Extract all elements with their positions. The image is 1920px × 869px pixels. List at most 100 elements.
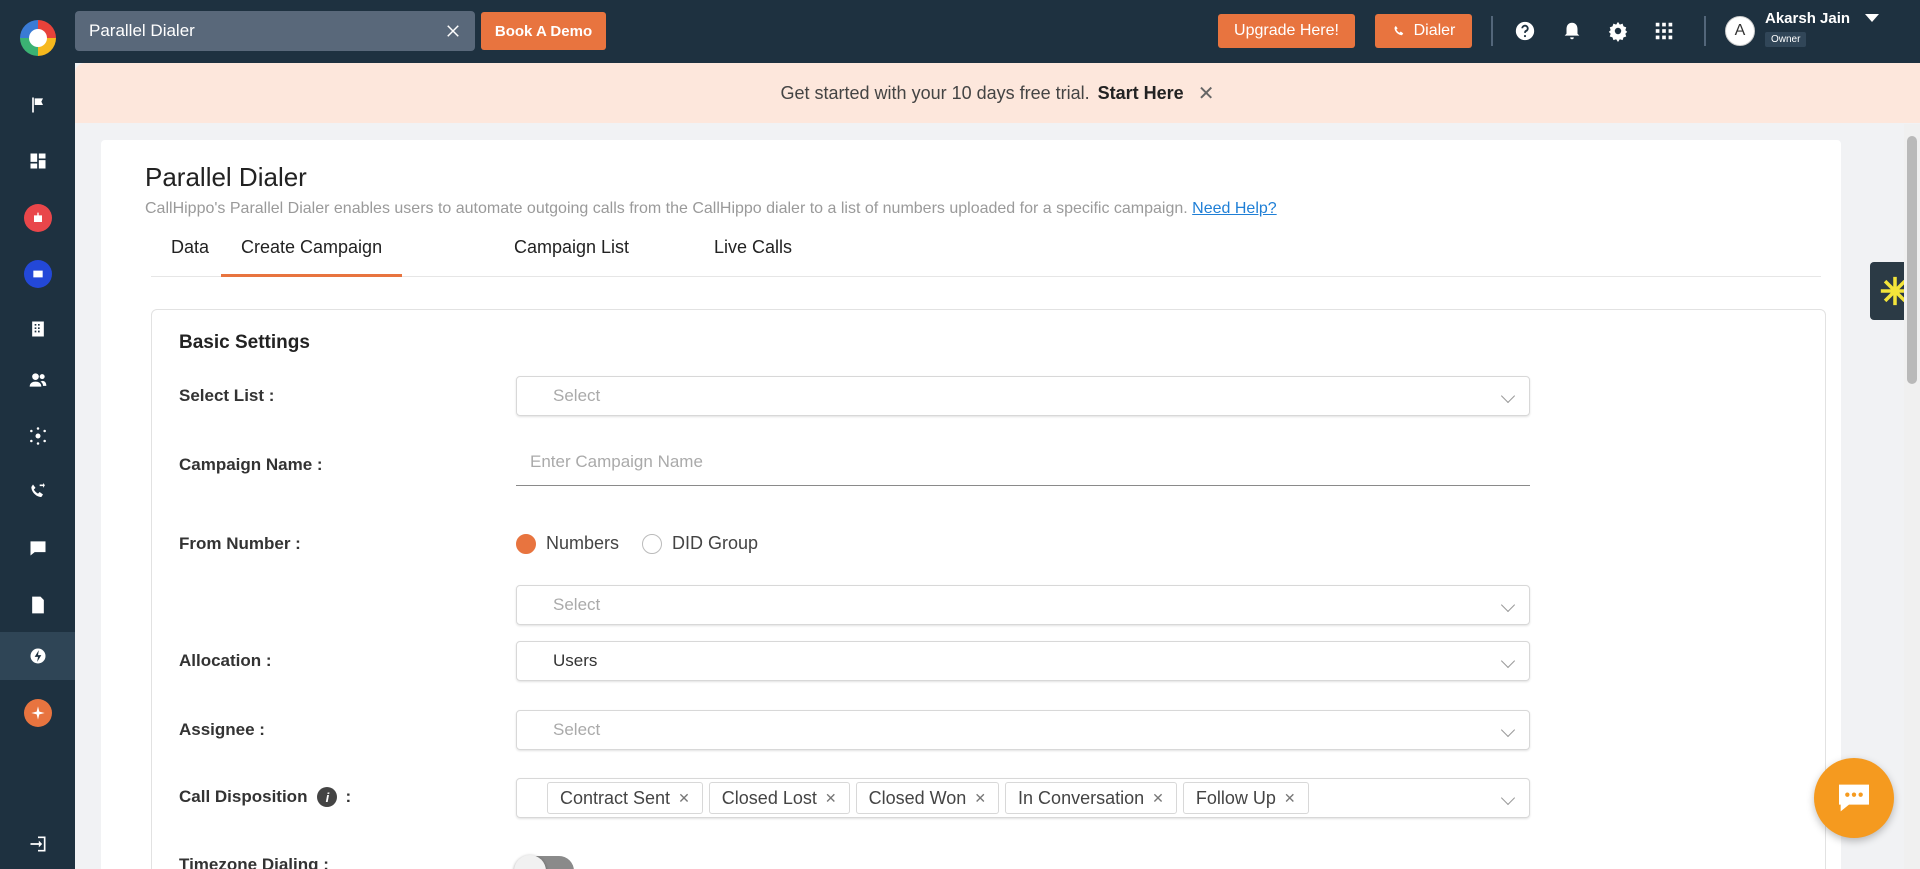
campaign-name-placeholder: Enter Campaign Name bbox=[530, 451, 703, 471]
remove-chip-icon[interactable]: ✕ bbox=[825, 790, 837, 807]
sidebar-item-ai-bot[interactable] bbox=[0, 194, 75, 242]
from-number-radio-group: Numbers DID Group bbox=[516, 533, 916, 557]
topbar-divider bbox=[1491, 16, 1493, 46]
apps-grid-icon[interactable] bbox=[1651, 18, 1677, 44]
trial-banner: Get started with your 10 days free trial… bbox=[75, 63, 1920, 123]
sidebar-item-ai-features[interactable] bbox=[0, 689, 75, 737]
search-input[interactable]: Parallel Dialer bbox=[75, 11, 475, 51]
phone-call-icon bbox=[30, 482, 45, 497]
chevron-down-icon bbox=[1500, 722, 1516, 738]
chip-label: Follow Up bbox=[1195, 787, 1276, 808]
sidebar-item-integrations[interactable] bbox=[0, 412, 75, 460]
phone-icon bbox=[1394, 25, 1403, 35]
radio-did-group[interactable]: DID Group bbox=[642, 533, 758, 554]
from-number-placeholder: Select bbox=[553, 595, 601, 614]
sidebar-item-parallel-dialer[interactable] bbox=[0, 632, 75, 680]
remove-chip-icon[interactable]: ✕ bbox=[974, 790, 986, 807]
scrollbar-thumb[interactable] bbox=[1907, 136, 1917, 384]
chat-support-button[interactable] bbox=[1814, 758, 1894, 838]
chevron-down-icon bbox=[1500, 790, 1516, 806]
dialer-button[interactable]: Dialer bbox=[1375, 14, 1472, 48]
sidebar-item-voicebot[interactable] bbox=[0, 250, 75, 298]
building-icon bbox=[31, 321, 44, 337]
sparkle-icon bbox=[23, 699, 52, 727]
radio-numbers-label: Numbers bbox=[546, 533, 620, 553]
sidebar-item-users[interactable] bbox=[0, 356, 75, 404]
tab-data[interactable]: Data bbox=[171, 237, 209, 277]
toggle-knob bbox=[514, 855, 546, 869]
campaign-name-label: Campaign Name : bbox=[179, 455, 323, 474]
tab-create-campaign[interactable]: Create Campaign bbox=[221, 237, 403, 277]
dialer-label: Dialer bbox=[1413, 22, 1456, 39]
dashboard-icon bbox=[30, 153, 45, 169]
chevron-down-icon bbox=[1500, 597, 1516, 613]
remove-chip-icon[interactable]: ✕ bbox=[1152, 790, 1164, 807]
select-list-label: Select List : bbox=[179, 386, 275, 405]
disposition-chip: In Conversation ✕ bbox=[1005, 782, 1177, 814]
notification-bell-icon[interactable] bbox=[1559, 18, 1585, 44]
info-icon[interactable]: i bbox=[317, 787, 338, 807]
call-disposition-colon: : bbox=[345, 787, 352, 806]
sidebar-item-messages[interactable] bbox=[0, 524, 75, 572]
select-list-dropdown[interactable]: Select bbox=[516, 376, 1530, 416]
settings-gear-icon[interactable] bbox=[1605, 18, 1631, 44]
basic-settings-panel: Basic Settings Select List : Select Camp… bbox=[151, 309, 1826, 869]
sidebar-item-logout[interactable] bbox=[0, 820, 75, 868]
call-disposition-text: Call Disposition bbox=[179, 787, 308, 806]
select-list-placeholder: Select bbox=[553, 386, 601, 405]
remove-chip-icon[interactable]: ✕ bbox=[678, 790, 690, 807]
chip-label: Closed Won bbox=[868, 787, 967, 808]
flag-icon bbox=[31, 97, 43, 113]
chat-bubble-icon bbox=[1839, 784, 1869, 812]
user-menu-caret-icon[interactable] bbox=[1865, 14, 1879, 22]
bot-icon bbox=[23, 260, 52, 288]
lightning-icon bbox=[30, 648, 45, 664]
assignee-dropdown[interactable]: Select bbox=[516, 710, 1530, 750]
robot-icon bbox=[23, 204, 52, 232]
upgrade-button[interactable]: Upgrade Here! bbox=[1218, 14, 1355, 48]
sidebar-item-dashboard[interactable] bbox=[0, 137, 75, 185]
radio-selected-icon bbox=[516, 533, 536, 554]
from-number-dropdown[interactable]: Select bbox=[516, 585, 1530, 625]
chat-icon bbox=[30, 541, 45, 556]
callhippo-logo[interactable] bbox=[20, 20, 56, 56]
report-icon bbox=[31, 596, 44, 614]
sidebar-item-reports[interactable] bbox=[0, 581, 75, 629]
timezone-dialing-toggle[interactable] bbox=[514, 855, 574, 869]
radio-numbers[interactable]: Numbers bbox=[516, 533, 619, 554]
chip-label: Closed Lost bbox=[721, 787, 817, 808]
allocation-dropdown[interactable]: Users bbox=[516, 641, 1530, 681]
assignee-placeholder: Select bbox=[553, 720, 601, 739]
user-role-badge: Owner bbox=[1765, 32, 1807, 47]
remove-chip-icon[interactable]: ✕ bbox=[1284, 790, 1296, 807]
radio-did-group-label: DID Group bbox=[672, 533, 759, 553]
book-demo-button[interactable]: Book A Demo bbox=[481, 12, 606, 50]
page-title: Parallel Dialer bbox=[145, 162, 307, 192]
tab-campaign-list[interactable]: Campaign List bbox=[514, 237, 629, 277]
disposition-chip: Contract Sent ✕ bbox=[547, 782, 703, 814]
clear-search-icon[interactable] bbox=[441, 19, 465, 43]
sidebar-item-call-logs[interactable] bbox=[0, 468, 75, 516]
call-disposition-multiselect[interactable]: Contract Sent ✕ Closed Lost ✕ Closed Won ✕ … bbox=[516, 778, 1530, 818]
trial-text: Get started with your 10 days free trial… bbox=[780, 82, 1090, 103]
radio-unselected-icon bbox=[642, 533, 662, 554]
campaign-name-input[interactable]: Enter Campaign Name bbox=[516, 438, 1530, 486]
from-number-label: From Number : bbox=[179, 534, 301, 553]
sidebar bbox=[0, 0, 75, 869]
timezone-dialing-label: Timezone Dialing : bbox=[179, 855, 329, 869]
disposition-chip: Closed Lost ✕ bbox=[708, 782, 850, 814]
tab-live-calls[interactable]: Live Calls bbox=[714, 237, 792, 277]
chip-label: Contract Sent bbox=[560, 787, 671, 808]
scrollbar[interactable] bbox=[1904, 124, 1920, 869]
help-icon[interactable] bbox=[1512, 18, 1538, 44]
start-here-link[interactable]: Start Here bbox=[1098, 83, 1184, 104]
avatar[interactable]: A bbox=[1725, 16, 1755, 46]
disposition-chip: Closed Won ✕ bbox=[855, 782, 1000, 814]
logout-icon bbox=[30, 836, 45, 852]
sidebar-item-getting-started[interactable] bbox=[0, 81, 75, 129]
close-banner-icon[interactable]: ✕ bbox=[1198, 81, 1215, 106]
users-icon bbox=[29, 373, 46, 387]
user-name[interactable]: Akarsh Jain bbox=[1765, 10, 1850, 27]
call-disposition-label: Call Disposition i : bbox=[179, 787, 351, 807]
sidebar-item-numbers[interactable] bbox=[0, 305, 75, 353]
